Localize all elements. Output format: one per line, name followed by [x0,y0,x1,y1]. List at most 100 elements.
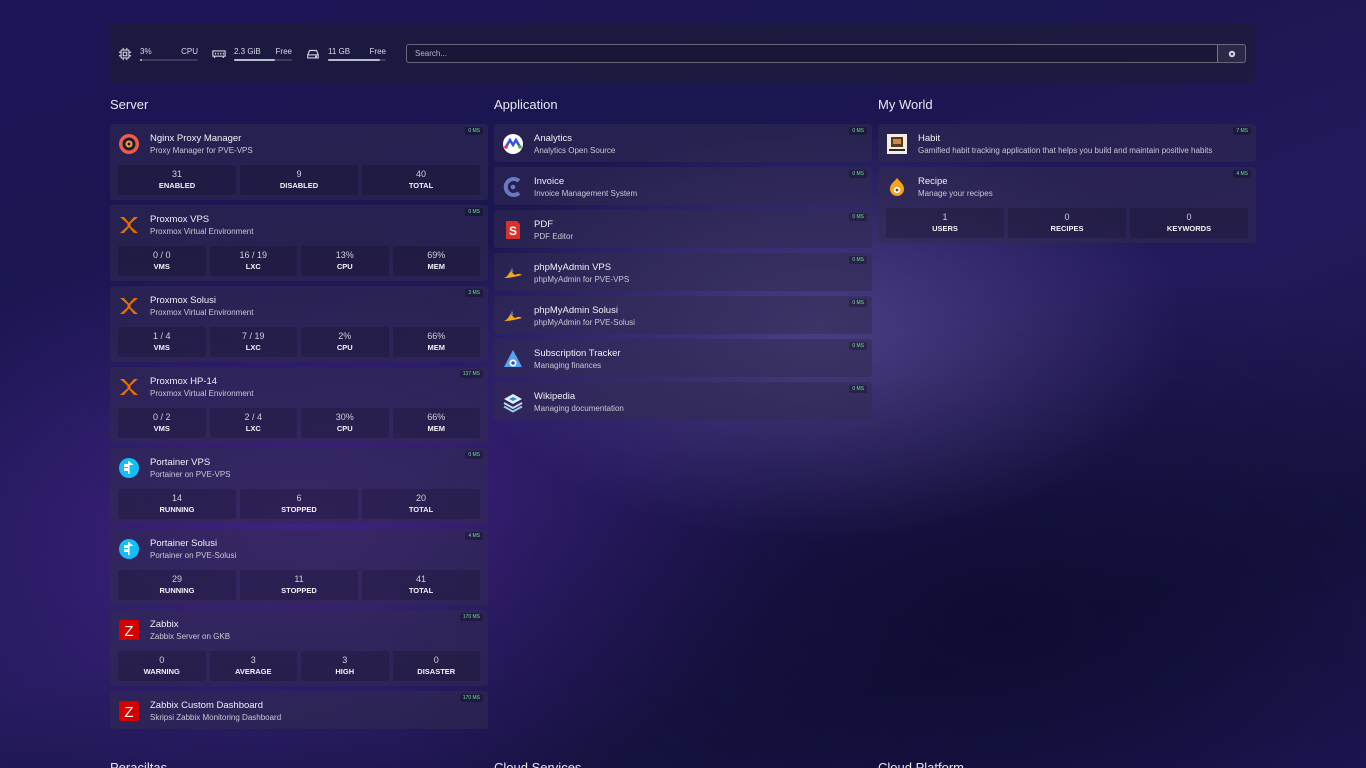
stat-label: CPU [336,424,353,433]
service-description: Manage your recipes [918,188,993,198]
stat-label: CPU [336,262,353,271]
service-description: PDF Editor [534,231,574,241]
stat-value: 0 [1064,212,1070,222]
service-card[interactable]: 0 MS Invoice Invoice Management System [494,167,872,205]
nginx-proxy-manager-icon [118,133,140,155]
disk-value: 11 GB [328,46,351,56]
recipe-icon [886,176,908,198]
stat-value: 66% [427,331,446,341]
ping-badge: 0 MS [465,208,483,216]
disk-label: Free [369,46,386,56]
stat-label: MEM [427,424,446,433]
stat-block: 3 AVERAGE [209,651,297,681]
stat-label: LXC [245,343,261,352]
service-card[interactable]: 0 MS Subscription Tracker Managing finan… [494,339,872,377]
service-group-0: Server 0 MS Nginx Proxy Manager Proxy Ma… [110,96,488,734]
stat-value: 11 [294,574,304,584]
ping-badge: 170 MS [459,613,483,621]
zabbix-icon: Z [118,619,140,641]
stat-value: 2% [338,331,352,341]
service-description: phpMyAdmin for PVE-Solusi [534,317,635,327]
search-button[interactable] [1217,45,1245,62]
service-description: Managing finances [534,360,602,370]
stat-label: AVERAGE [234,667,272,676]
stat-value: 30% [335,412,354,422]
proxmox-icon [118,214,140,236]
stat-label: VMS [153,343,170,352]
hard-drive-icon [307,49,319,59]
stat-label: ENABLED [158,181,196,190]
service-name: Recipe [918,175,948,187]
stat-block: 16 / 19 LXC [209,246,297,276]
ping-badge: 0 MS [849,256,867,264]
stat-block: 7 / 19 LXC [209,327,297,357]
cpu-label: CPU [181,46,198,56]
service-description: Skripsi Zabbix Monitoring Dashboard [150,712,282,722]
stat-block: 0 DISASTER [392,651,480,681]
service-card[interactable]: 170 MS Z Zabbix Custom Dashboard Skripsi… [110,691,488,729]
service-description: phpMyAdmin for PVE-VPS [534,274,630,284]
phpmyadmin-icon [502,262,524,284]
stat-label: STOPPED [281,586,317,595]
stat-label: STOPPED [281,505,317,514]
service-card[interactable]: 170 MS Z Zabbix Zabbix Server on GKB 0 W… [110,610,488,686]
service-card[interactable]: 0 MS S PDF PDF Editor [494,210,872,248]
ping-badge: 7 MS [1233,127,1251,135]
service-card[interactable]: 3 MS Proxmox Solusi Proxmox Virtual Envi… [110,286,488,362]
service-name: Zabbix [150,618,179,630]
stat-block: 6 STOPPED [240,489,358,519]
service-card[interactable]: 0 MS Analytics Analytics Open Source [494,124,872,162]
stat-value: 2 / 4 [244,412,262,422]
service-card[interactable]: 0 MS Nginx Proxy Manager Proxy Manager f… [110,124,488,200]
stat-value: 9 [296,169,302,179]
service-card[interactable]: 4 MS Recipe Manage your recipes 1 USERS … [878,167,1256,243]
resource-bar: 3% CPU 2.3 GiB Free 11 GB Free [110,24,1256,83]
stat-label: RUNNING [159,505,195,514]
group-title-bottom-3: Cloud Platform [878,760,964,768]
stat-block: 20 TOTAL [362,489,480,519]
service-description: Portainer on PVE-Solusi [150,550,237,560]
stat-block: 31 ENABLED [118,165,236,195]
pdf-icon: S [502,219,524,241]
stat-block: 11 STOPPED [240,570,358,600]
service-name: Nginx Proxy Manager [150,132,242,144]
service-card[interactable]: 0 MS phpMyAdmin Solusi phpMyAdmin for PV… [494,296,872,334]
service-card[interactable]: 137 MS Proxmox HP-14 Proxmox Virtual Env… [110,367,488,443]
service-card[interactable]: 0 MS Wikipedia Managing documentation [494,382,872,420]
stat-label: WARNING [143,667,180,676]
group-title: Server [110,97,149,112]
ping-badge: 4 MS [1233,170,1251,178]
stat-value: 3 [250,655,256,665]
service-stats: 0 / 0 VMS 16 / 19 LXC 13% CPU 69% MEM [118,246,480,276]
stat-block: 2% CPU [301,327,389,357]
stat-block: 0 / 2 VMS [118,408,206,438]
stat-block: 2 / 4 LXC [209,408,297,438]
service-description: Proxmox Virtual Environment [150,307,254,317]
service-card[interactable]: 0 MS phpMyAdmin VPS phpMyAdmin for PVE-V… [494,253,872,291]
stat-block: 0 RECIPES [1008,208,1126,238]
service-description: Gamified habit tracking application that… [918,145,1213,155]
habit-icon [886,133,908,155]
search-input[interactable] [407,45,1217,62]
stat-label: LXC [245,262,261,271]
portainer-icon [118,538,140,560]
stat-value: 66% [427,412,446,422]
phpmyadmin-icon [502,305,524,327]
service-description: Proxmox Virtual Environment [150,388,254,398]
ping-badge: 0 MS [849,170,867,178]
service-card[interactable]: 7 MS Habit Gamified habit tracking appli… [878,124,1256,162]
stat-value: 14 [171,493,182,503]
search-engine-icon [1228,50,1235,57]
stat-value: 69% [427,250,446,260]
memory-icon [212,49,226,58]
service-card[interactable]: 0 MS Proxmox VPS Proxmox Virtual Environ… [110,205,488,281]
memory-label: Free [275,46,292,56]
stat-value: 29 [171,574,182,584]
invoice-icon [502,176,524,198]
wiki-icon [502,391,524,413]
service-card[interactable]: 4 MS Portainer Solusi Portainer on PVE-S… [110,529,488,605]
service-stats: 29 RUNNING 11 STOPPED 41 TOTAL [118,570,480,600]
stat-value: 20 [415,493,426,503]
service-card[interactable]: 0 MS Portainer VPS Portainer on PVE-VPS … [110,448,488,524]
stat-block: 30% CPU [301,408,389,438]
